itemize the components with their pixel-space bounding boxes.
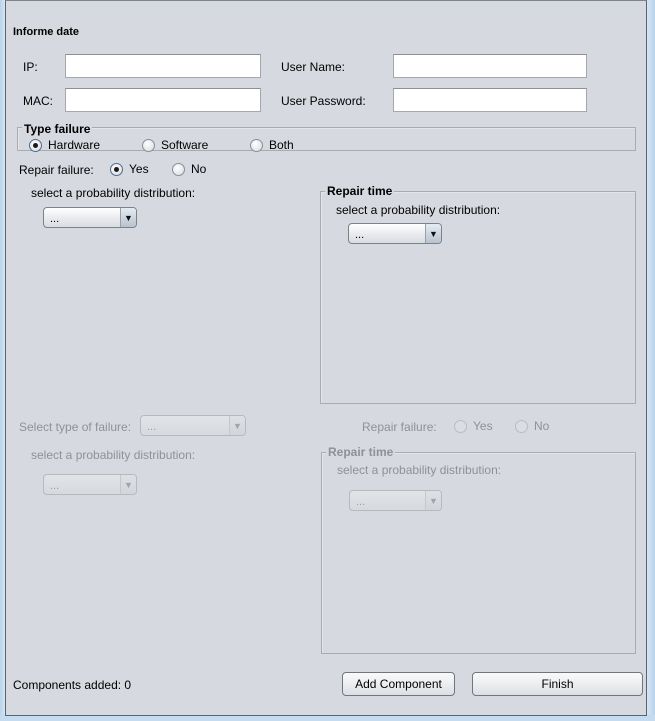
disabled-repair-time-value: ... xyxy=(356,496,366,508)
radio-repair-no[interactable]: No xyxy=(172,162,206,176)
radio-hardware[interactable]: Hardware xyxy=(29,138,100,152)
repair-time-distribution-label: select a probability distribution: xyxy=(336,203,501,217)
repair-time-distribution-select[interactable]: ... ▼ xyxy=(348,223,442,244)
radio-software-label: Software xyxy=(161,138,209,152)
disabled-repair-time-group: Repair time xyxy=(321,445,636,654)
radio-hardware-label: Hardware xyxy=(48,138,101,152)
failure-distribution-label: select a probability distribution: xyxy=(31,186,196,200)
radio-unselected-icon xyxy=(515,419,528,433)
disabled-radio-no-label: No xyxy=(534,419,550,433)
disabled-radio-repair-yes[interactable]: Yes xyxy=(454,419,493,433)
disabled-radio-yes-label: Yes xyxy=(473,419,493,433)
mac-label: MAC: xyxy=(23,94,53,108)
dropdown-arrow-icon: ▼ xyxy=(120,208,136,227)
radio-unselected-icon xyxy=(454,419,467,433)
select-type-failure-select[interactable]: ... ▼ xyxy=(140,415,246,436)
user-name-label: User Name: xyxy=(281,60,346,74)
disabled-distribution-select[interactable]: ... ▼ xyxy=(43,474,137,495)
user-password-label: User Password: xyxy=(281,94,366,108)
radio-unselected-icon xyxy=(172,162,185,176)
dropdown-arrow-icon: ▼ xyxy=(120,475,136,494)
radio-unselected-icon xyxy=(250,138,263,152)
select-type-failure-label: Select type of failure: xyxy=(19,420,132,434)
dropdown-arrow-icon: ▼ xyxy=(229,416,245,435)
dropdown-arrow-icon: ▼ xyxy=(425,224,441,243)
dropdown-arrow-icon: ▼ xyxy=(425,491,441,510)
radio-software[interactable]: Software xyxy=(142,138,208,152)
radio-both-label: Both xyxy=(269,138,294,152)
user-name-input[interactable] xyxy=(393,54,587,78)
user-password-input[interactable] xyxy=(393,88,587,112)
finish-button[interactable]: Finish xyxy=(472,672,643,696)
type-failure-title: Type failure xyxy=(22,122,93,136)
disabled-repair-time-label: select a probability distribution: xyxy=(337,463,502,477)
radio-selected-icon xyxy=(110,162,123,176)
component-form-panel: Informe date IP: MAC: User Name: User Pa… xyxy=(5,0,647,716)
repair-time-distribution-value: ... xyxy=(355,229,365,241)
add-component-button[interactable]: Add Component xyxy=(342,672,455,696)
mac-input[interactable] xyxy=(65,88,261,112)
ip-input[interactable] xyxy=(65,54,261,78)
radio-selected-icon xyxy=(29,138,42,152)
disabled-repair-time-title: Repair time xyxy=(326,445,396,459)
radio-repair-yes-label: Yes xyxy=(129,162,149,176)
window-frame-right xyxy=(647,0,655,721)
select-type-failure-value: ... xyxy=(147,421,157,433)
failure-distribution-select[interactable]: ... ▼ xyxy=(43,207,137,228)
type-failure-group: Type failure xyxy=(17,122,636,151)
disabled-repair-time-select[interactable]: ... ▼ xyxy=(349,490,442,511)
disabled-distribution-value: ... xyxy=(50,480,60,492)
radio-repair-no-label: No xyxy=(191,162,207,176)
radio-repair-yes[interactable]: Yes xyxy=(110,162,149,176)
disabled-repair-failure-label: Repair failure: xyxy=(362,420,437,434)
radio-both[interactable]: Both xyxy=(250,138,294,152)
ip-label: IP: xyxy=(23,60,38,74)
repair-failure-label: Repair failure: xyxy=(19,163,94,177)
components-added-status: Components added: 0 xyxy=(13,678,132,692)
disabled-radio-repair-no[interactable]: No xyxy=(515,419,549,433)
repair-time-title: Repair time xyxy=(325,184,395,198)
disabled-distribution-label: select a probability distribution: xyxy=(31,448,196,462)
section-title: Informe date xyxy=(13,26,80,38)
failure-distribution-value: ... xyxy=(50,213,60,225)
radio-unselected-icon xyxy=(142,138,155,152)
